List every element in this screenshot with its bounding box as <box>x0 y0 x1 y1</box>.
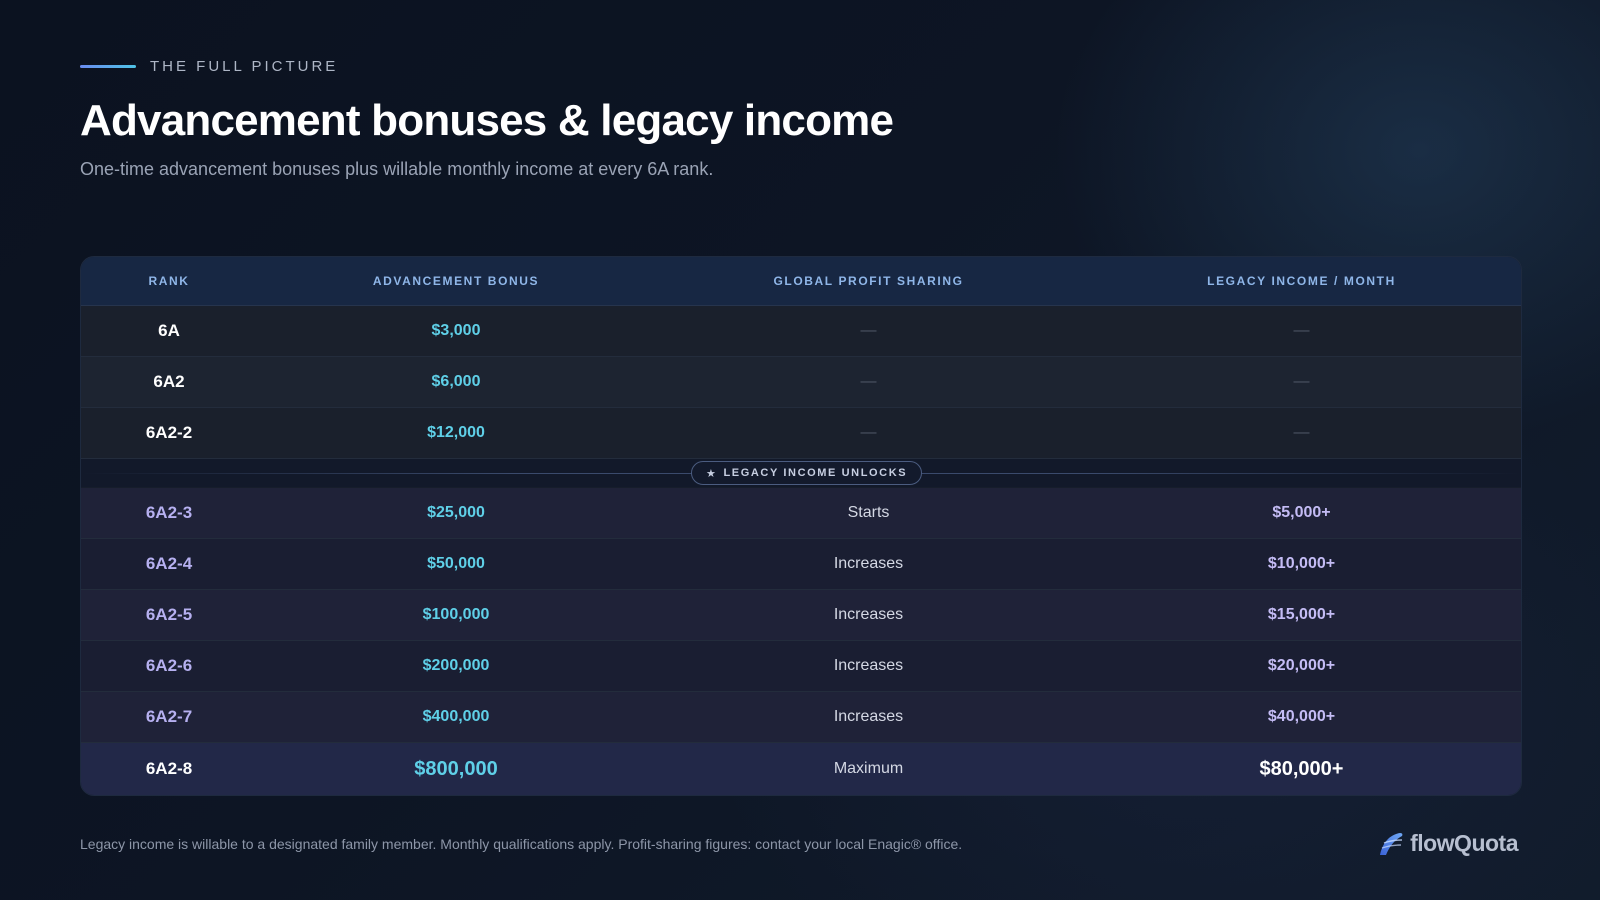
table-row: 6A2-2 $12,000 — — <box>81 408 1521 459</box>
bonus-cell: $25,000 <box>427 504 485 521</box>
rank-cell: 6A2-3 <box>145 503 193 522</box>
sharing-cell: — <box>860 424 877 441</box>
legacy-cell: $40,000+ <box>1267 708 1336 725</box>
rank-cell: 6A2-2 <box>145 423 193 442</box>
table-row: 6A2-7 $400,000 Increases $40,000+ <box>81 692 1521 743</box>
sharing-cell: — <box>860 373 877 390</box>
bonus-cell: $200,000 <box>422 657 490 674</box>
table-row: 6A2-3 $25,000 Starts $5,000+ <box>81 488 1521 539</box>
flowquota-logo-icon <box>1380 832 1403 855</box>
legacy-cell: — <box>1293 424 1310 441</box>
sharing-cell: Maximum <box>833 760 904 777</box>
rank-cell: 6A2-6 <box>145 656 193 675</box>
table-row: 6A2-4 $50,000 Increases $10,000+ <box>81 539 1521 590</box>
sharing-cell: Increases <box>833 555 904 572</box>
legacy-unlock-badge: ★ LEGACY INCOME UNLOCKS <box>691 461 923 485</box>
legacy-cell: $80,000+ <box>1259 757 1344 780</box>
bonus-cell: $12,000 <box>427 424 485 441</box>
legacy-cell: $20,000+ <box>1267 657 1336 674</box>
column-header-global-profit-sharing: GLOBAL PROFIT SHARING <box>773 274 964 288</box>
bonus-cell: $400,000 <box>422 708 490 725</box>
legacy-cell: — <box>1293 322 1310 339</box>
eyebrow-accent-line <box>80 65 136 68</box>
table-row: 6A2 $6,000 — — <box>81 357 1521 408</box>
rank-cell: 6A <box>158 321 180 340</box>
star-icon: ★ <box>706 467 718 480</box>
rank-cell: 6A2-7 <box>145 707 193 726</box>
legacy-cell: $15,000+ <box>1267 606 1336 623</box>
bonus-cell: $100,000 <box>422 606 490 623</box>
rank-cell: 6A2 <box>153 372 185 391</box>
bonus-cell: $6,000 <box>431 373 481 390</box>
table-header-row: RANK ADVANCEMENT BONUS GLOBAL PROFIT SHA… <box>81 257 1521 306</box>
brand-logo: flowQuota <box>1378 830 1518 857</box>
table-row: 6A $3,000 — — <box>81 306 1521 357</box>
table-row: 6A2-6 $200,000 Increases $20,000+ <box>81 641 1521 692</box>
page-title: Advancement bonuses & legacy income <box>80 96 894 145</box>
slide: THE FULL PICTURE Advancement bonuses & l… <box>0 0 1600 900</box>
rank-cell: 6A2-5 <box>145 605 193 624</box>
legacy-unlock-label: LEGACY INCOME UNLOCKS <box>723 467 908 479</box>
legacy-cell: — <box>1293 373 1310 390</box>
table-row-top-rank: 6A2-8 $800,000 Maximum $80,000+ <box>81 743 1521 795</box>
bonus-cell: $50,000 <box>427 555 485 572</box>
brand-name: flowQuota <box>1410 830 1518 856</box>
bonus-cell: $800,000 <box>414 757 498 780</box>
sharing-cell: Increases <box>833 708 904 725</box>
rank-cell: 6A2-8 <box>145 759 193 778</box>
rank-table: RANK ADVANCEMENT BONUS GLOBAL PROFIT SHA… <box>80 256 1522 796</box>
eyebrow: THE FULL PICTURE <box>80 58 338 75</box>
page-subtitle: One-time advancement bonuses plus willab… <box>80 159 714 179</box>
sharing-cell: Increases <box>833 657 904 674</box>
column-header-rank: RANK <box>148 274 190 288</box>
eyebrow-text: THE FULL PICTURE <box>150 58 339 75</box>
table-row: 6A2-5 $100,000 Increases $15,000+ <box>81 590 1521 641</box>
rank-cell: 6A2-4 <box>145 554 193 573</box>
bonus-cell: $3,000 <box>431 322 481 339</box>
footnote: Legacy income is willable to a designate… <box>80 836 963 852</box>
sharing-cell: Starts <box>847 504 890 521</box>
column-header-advancement-bonus: ADVANCEMENT BONUS <box>372 274 540 288</box>
sharing-cell: Increases <box>833 606 904 623</box>
sharing-cell: — <box>860 322 877 339</box>
legacy-cell: $10,000+ <box>1267 555 1336 572</box>
column-header-legacy-income: LEGACY INCOME / MONTH <box>1207 274 1396 288</box>
legacy-cell: $5,000+ <box>1272 504 1331 521</box>
legacy-unlock-divider: ★ LEGACY INCOME UNLOCKS <box>81 459 1521 487</box>
